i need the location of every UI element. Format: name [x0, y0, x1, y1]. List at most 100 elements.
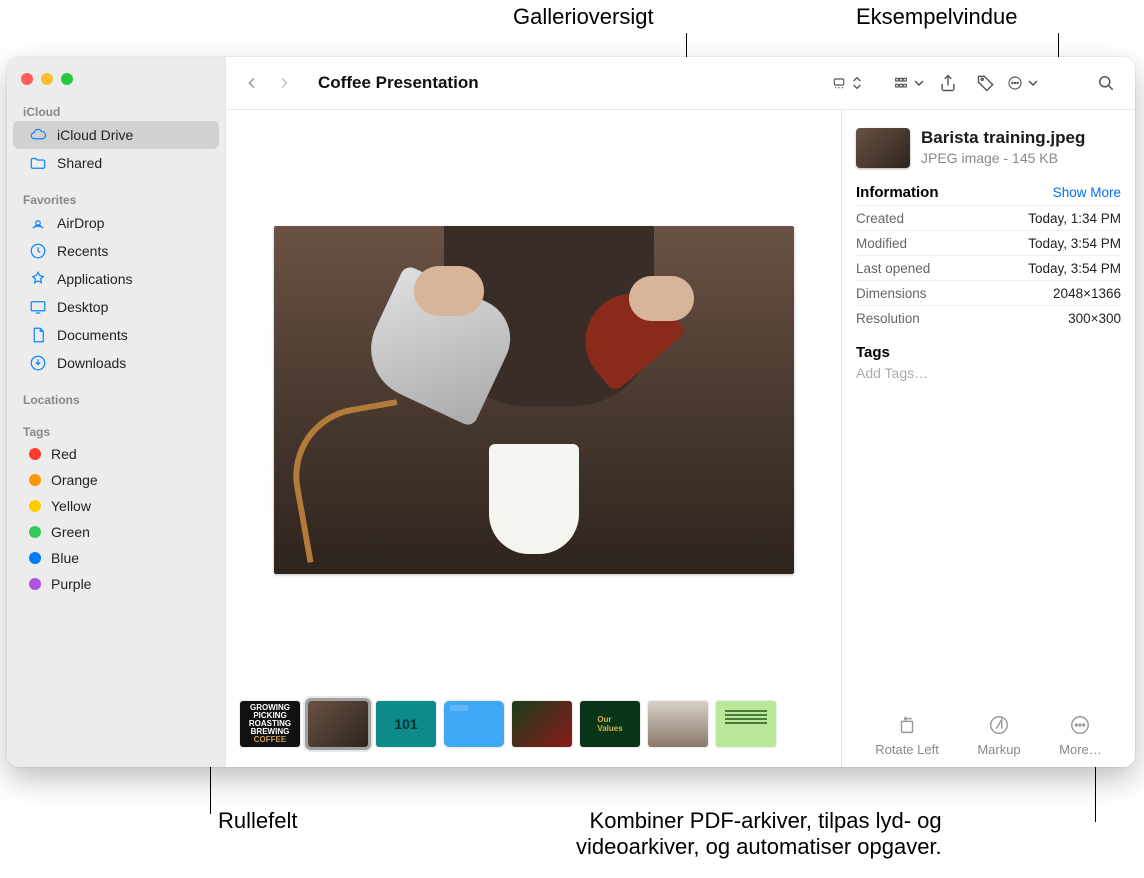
sidebar-item-label: Documents — [57, 327, 128, 343]
thumbnail[interactable] — [512, 701, 572, 747]
info-value: Today, 3:54 PM — [1028, 236, 1121, 251]
thumbnail[interactable]: GROWINGPICKINGROASTINGBREWINGCOFFEE — [240, 701, 300, 747]
sidebar-section-tags: Tags — [7, 419, 225, 441]
callout-text-line: videoarkiver, og automatiser opgaver. — [576, 834, 942, 860]
clock-icon — [29, 242, 47, 260]
sidebar-section-icloud: iCloud — [7, 99, 225, 121]
info-value: Today, 3:54 PM — [1028, 261, 1121, 276]
shared-folder-icon — [29, 154, 47, 172]
back-button[interactable] — [238, 69, 266, 97]
tag-dot-icon — [29, 500, 41, 512]
thumbnail-selected[interactable] — [308, 701, 368, 747]
action-label: Markup — [977, 742, 1020, 757]
info-key: Created — [856, 211, 904, 226]
tag-dot-icon — [29, 578, 41, 590]
sidebar-item-label: AirDrop — [57, 215, 104, 231]
sidebar-item-applications[interactable]: Applications — [13, 265, 219, 293]
sidebar-item-desktop[interactable]: Desktop — [13, 293, 219, 321]
share-button[interactable] — [931, 68, 965, 98]
tag-dot-icon — [29, 448, 41, 460]
quick-actions: Rotate Left Markup More… — [856, 704, 1121, 757]
callout-gallery-overview: Gallerioversigt — [513, 4, 654, 30]
gallery-area: GROWINGPICKINGROASTINGBREWINGCOFFEE 101 … — [226, 110, 841, 767]
group-by-button[interactable] — [893, 68, 927, 98]
sidebar-item-label: Green — [51, 524, 90, 540]
callout-preview-pane: Eksempelvindue — [856, 4, 1017, 30]
sidebar: iCloud iCloud Drive Shared Favorites Air… — [7, 57, 225, 767]
thumbnail-folder[interactable] — [444, 701, 504, 747]
action-label: Rotate Left — [875, 742, 939, 757]
callout-more-actions: Kombiner PDF-arkiver, tilpas lyd- og vid… — [576, 808, 942, 860]
more-action[interactable]: More… — [1059, 714, 1102, 757]
preview-image[interactable] — [274, 226, 794, 574]
sidebar-section-locations: Locations — [7, 387, 225, 409]
sidebar-tag-red[interactable]: Red — [13, 441, 219, 467]
callout-scroll-strip: Rullefelt — [218, 808, 297, 834]
thumbnail[interactable] — [648, 701, 708, 747]
thumbnail[interactable]: OurValues — [580, 701, 640, 747]
info-key: Resolution — [856, 311, 920, 326]
tags-button[interactable] — [969, 68, 1003, 98]
sidebar-item-airdrop[interactable]: AirDrop — [13, 209, 219, 237]
thumbnail[interactable] — [716, 701, 776, 747]
sidebar-item-documents[interactable]: Documents — [13, 321, 219, 349]
add-tags-field[interactable]: Add Tags… — [856, 365, 1121, 381]
sidebar-section-favorites: Favorites — [7, 187, 225, 209]
tag-dot-icon — [29, 552, 41, 564]
rotate-left-action[interactable]: Rotate Left — [875, 714, 939, 757]
minimize-window-button[interactable] — [41, 73, 53, 85]
action-label: More… — [1059, 742, 1102, 757]
tag-dot-icon — [29, 526, 41, 538]
sidebar-tag-yellow[interactable]: Yellow — [13, 493, 219, 519]
toolbar: Coffee Presentation — [226, 57, 1135, 110]
sidebar-tag-blue[interactable]: Blue — [13, 545, 219, 571]
forward-button[interactable] — [270, 69, 298, 97]
search-button[interactable] — [1089, 68, 1123, 98]
sidebar-item-label: iCloud Drive — [57, 127, 133, 143]
content-row: GROWINGPICKINGROASTINGBREWINGCOFFEE 101 … — [226, 110, 1135, 767]
info-key: Last opened — [856, 261, 930, 276]
sidebar-item-label: Orange — [51, 472, 98, 488]
preview-header: Barista training.jpeg JPEG image - 145 K… — [856, 128, 1121, 168]
sidebar-tag-purple[interactable]: Purple — [13, 571, 219, 597]
fullscreen-window-button[interactable] — [61, 73, 73, 85]
sidebar-tag-green[interactable]: Green — [13, 519, 219, 545]
info-value: 300×300 — [1068, 311, 1121, 326]
thumbnail[interactable]: 101 — [376, 701, 436, 747]
callout-text-line: Kombiner PDF-arkiver, tilpas lyd- og — [576, 808, 942, 834]
sidebar-item-recents[interactable]: Recents — [13, 237, 219, 265]
close-window-button[interactable] — [21, 73, 33, 85]
documents-icon — [29, 326, 47, 344]
tags-section-title: Tags — [856, 344, 1121, 361]
sidebar-tag-orange[interactable]: Orange — [13, 467, 219, 493]
apps-icon — [29, 270, 47, 288]
sidebar-item-label: Desktop — [57, 299, 108, 315]
sidebar-item-shared[interactable]: Shared — [13, 149, 219, 177]
sidebar-item-label: Yellow — [51, 498, 91, 514]
cloud-icon — [29, 126, 47, 144]
sidebar-item-label: Downloads — [57, 355, 126, 371]
callout-line — [1095, 762, 1096, 822]
info-value: 2048×1366 — [1053, 286, 1121, 301]
file-name: Barista training.jpeg — [921, 128, 1085, 148]
more-actions-button[interactable] — [1007, 68, 1041, 98]
airdrop-icon — [29, 214, 47, 232]
sidebar-item-label: Purple — [51, 576, 91, 592]
markup-action[interactable]: Markup — [977, 714, 1020, 757]
sidebar-item-label: Red — [51, 446, 77, 462]
preview-thumbnail — [856, 128, 910, 168]
sidebar-item-downloads[interactable]: Downloads — [13, 349, 219, 377]
tag-dot-icon — [29, 474, 41, 486]
window-controls — [7, 67, 225, 99]
sidebar-item-label: Shared — [57, 155, 102, 171]
show-more-button[interactable]: Show More — [1053, 185, 1121, 200]
info-key: Modified — [856, 236, 907, 251]
finder-window: iCloud iCloud Drive Shared Favorites Air… — [7, 57, 1135, 767]
gallery-view-button[interactable] — [831, 68, 865, 98]
sidebar-item-label: Applications — [57, 271, 133, 287]
window-title: Coffee Presentation — [318, 73, 479, 93]
main-content: Coffee Presentation — [225, 57, 1135, 767]
thumbnail-strip[interactable]: GROWINGPICKINGROASTINGBREWINGCOFFEE 101 … — [226, 689, 841, 767]
sidebar-item-icloud-drive[interactable]: iCloud Drive — [13, 121, 219, 149]
sidebar-item-label: Recents — [57, 243, 108, 259]
